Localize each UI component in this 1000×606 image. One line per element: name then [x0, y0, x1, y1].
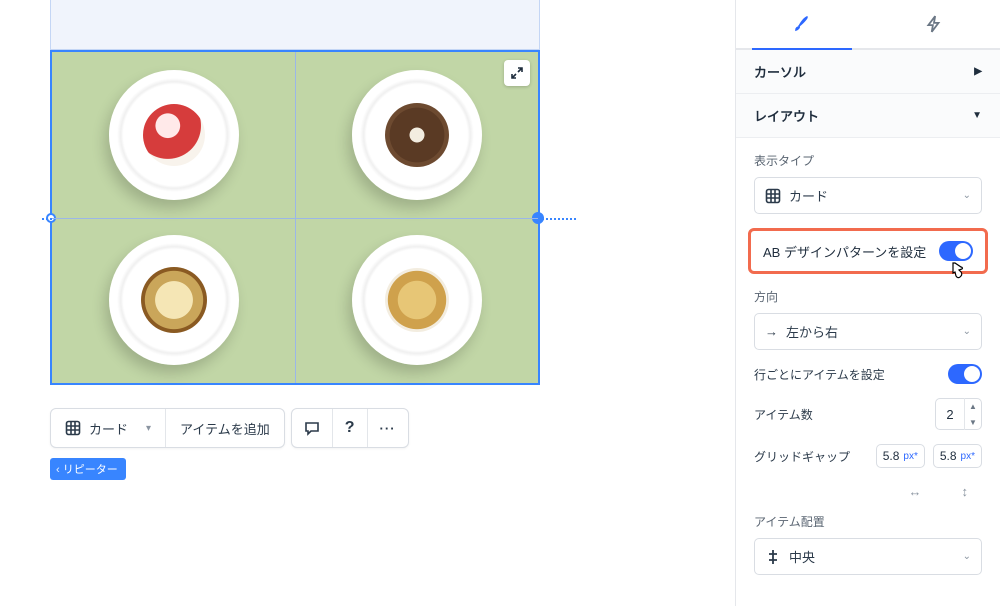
canvas-area: カード ▾ アイテムを追加 ? ··· リピーター [0, 0, 735, 606]
card-label: カード [89, 419, 128, 438]
item-count-field: アイテム数 2 ▲ ▼ [754, 398, 982, 430]
repeater-selection[interactable] [50, 50, 540, 385]
toolbar-group-main: カード ▾ アイテムを追加 [50, 408, 285, 448]
display-type-dropdown[interactable]: カード ▾ [51, 409, 165, 447]
grid-gap-v-value: 5.8 [940, 449, 957, 463]
direction-select[interactable]: → 左から右 ⌄ [754, 313, 982, 350]
item-count-input[interactable]: 2 ▲ ▼ [935, 398, 982, 430]
brush-icon [792, 14, 812, 34]
item-align-select[interactable]: 中央 ⌄ [754, 538, 982, 575]
grid-gap-field: グリッドギャップ 5.8 px* 5.8 px* [754, 444, 982, 468]
floating-toolbar: カード ▾ アイテムを追加 ? ··· [50, 408, 409, 448]
grid-gap-v-input[interactable]: 5.8 px* [933, 444, 982, 468]
step-up-icon[interactable]: ▲ [965, 398, 981, 414]
help-icon: ? [345, 419, 355, 437]
ab-pattern-label: AB デザインパターンを設定 [763, 242, 926, 261]
arrow-right-icon: → [765, 324, 778, 339]
grid-cell[interactable] [295, 52, 538, 218]
grid-icon [65, 420, 81, 436]
element-tag[interactable]: リピーター [50, 458, 126, 480]
properties-sidebar: カーソル ▶ レイアウト ▼ 表示タイプ カード ⌄ AB デザインパターンを設… [735, 0, 1000, 606]
items-per-row-label: 行ごとにアイテムを設定 [754, 366, 885, 383]
chevron-down-icon: ⌄ [963, 190, 971, 201]
more-icon: ··· [380, 421, 396, 436]
display-type-select[interactable]: カード ⌄ [754, 177, 982, 214]
grid-gap-h-input[interactable]: 5.8 px* [876, 444, 925, 468]
guide-right [538, 218, 576, 220]
tab-underline [736, 48, 1000, 50]
chevron-down-icon: ▾ [146, 423, 151, 434]
accordion-layout-label: レイアウト [754, 106, 819, 125]
item-align-value: 中央 [789, 547, 815, 566]
tab-design[interactable] [736, 0, 868, 48]
item-align-label: アイテム配置 [754, 513, 982, 530]
items-per-row-toggle[interactable] [948, 364, 982, 384]
display-type-value: カード [789, 186, 828, 205]
ab-pattern-toggle[interactable] [939, 241, 973, 261]
display-type-label: 表示タイプ [754, 152, 982, 169]
plate-image [352, 235, 482, 365]
item-count-label: アイテム数 [754, 406, 813, 423]
item-count-stepper[interactable]: ▲ ▼ [964, 398, 981, 430]
grid-icon [765, 188, 781, 204]
direction-field: 方向 → 左から右 ⌄ [754, 288, 982, 350]
add-item-button[interactable]: アイテムを追加 [165, 409, 284, 447]
items-per-row-field: 行ごとにアイテムを設定 [754, 364, 982, 384]
grid-cell[interactable] [295, 218, 538, 384]
direction-label: 方向 [754, 288, 982, 305]
grid-gap-v-unit: px* [961, 451, 975, 462]
plate-image [109, 70, 239, 200]
accordion-cursor-label: カーソル [754, 62, 806, 81]
step-down-icon[interactable]: ▼ [965, 414, 981, 430]
help-button[interactable]: ? [332, 409, 367, 447]
comment-button[interactable] [292, 409, 332, 447]
grid-cell[interactable] [52, 218, 295, 384]
more-button[interactable]: ··· [367, 409, 408, 447]
tab-interactions[interactable] [868, 0, 1000, 48]
comment-icon [304, 420, 320, 436]
plate-image [109, 235, 239, 365]
item-align-field: アイテム配置 中央 ⌄ [754, 513, 982, 575]
ab-pattern-row: AB デザインパターンを設定 [748, 228, 988, 274]
selection-top-band [50, 0, 540, 50]
chevron-down-icon: ⌄ [963, 551, 971, 562]
add-item-label: アイテムを追加 [180, 419, 270, 438]
align-center-icon [765, 549, 781, 565]
caret-down-icon: ▼ [972, 110, 982, 121]
chevron-down-icon: ⌄ [963, 326, 971, 337]
grid-gap-h-value: 5.8 [883, 449, 900, 463]
lightning-icon [925, 15, 943, 33]
grid-gap-label: グリッドギャップ [754, 448, 850, 465]
direction-value: 左から右 [786, 322, 838, 341]
gap-axis-icons: ↔ ↕ [754, 482, 982, 499]
accordion-cursor[interactable]: カーソル ▶ [736, 50, 1000, 94]
guide-left [42, 218, 52, 220]
display-type-field: 表示タイプ カード ⌄ [754, 152, 982, 214]
item-count-value: 2 [936, 407, 964, 422]
plate-image [352, 70, 482, 200]
sidebar-tabs [736, 0, 1000, 48]
toolbar-group-actions: ? ··· [291, 408, 409, 448]
accordion-layout[interactable]: レイアウト ▼ [736, 94, 1000, 138]
grid-cell[interactable] [52, 52, 295, 218]
horizontal-axis-icon: ↔ [909, 484, 922, 499]
selection-wrapper [50, 0, 540, 385]
grid-gap-h-unit: px* [903, 451, 917, 462]
cursor-pointer-icon [947, 261, 967, 288]
vertical-axis-icon: ↕ [962, 484, 969, 499]
caret-right-icon: ▶ [974, 66, 982, 77]
layout-panel: 表示タイプ カード ⌄ AB デザインパターンを設定 方向 → 左から右 [736, 138, 1000, 589]
